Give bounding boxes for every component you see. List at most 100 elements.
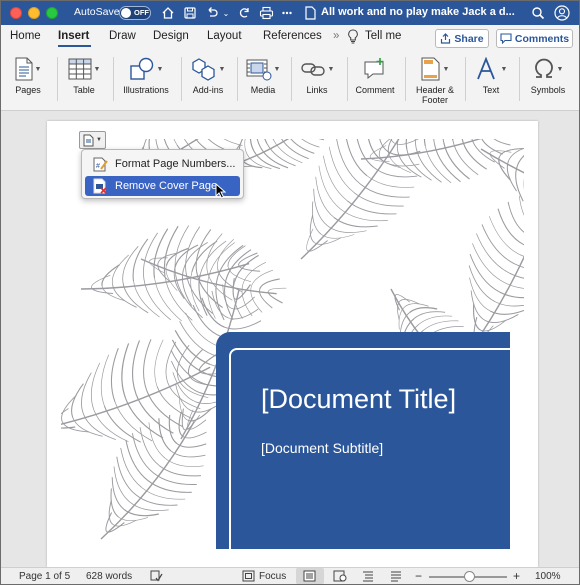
undo-dropdown-icon[interactable]: ⌄	[221, 4, 231, 22]
table-icon	[68, 58, 92, 80]
draft-view-icon[interactable]	[390, 570, 402, 584]
text-button[interactable]: ▼ Text	[471, 53, 511, 107]
chevron-down-icon: ▼	[34, 65, 42, 73]
ribbon-divider	[237, 57, 238, 101]
status-bar: Page 1 of 5 628 words Focus − + 100%	[1, 567, 579, 584]
document-subtitle-placeholder[interactable]: [Document Subtitle]	[261, 440, 383, 456]
web-layout-icon[interactable]	[333, 570, 347, 584]
format-page-numbers-icon: #	[91, 156, 109, 172]
tab-home[interactable]: Home	[10, 30, 41, 42]
print-layout-view-button[interactable]	[296, 568, 324, 584]
search-icon[interactable]	[529, 4, 547, 22]
symbols-button[interactable]: ▼ Symbols	[525, 53, 571, 107]
links-label: Links	[306, 85, 328, 95]
comments-button[interactable]: Comments	[496, 29, 573, 48]
svg-text:#: #	[96, 163, 100, 170]
menu-item-label: Format Page Numbers...	[115, 158, 236, 170]
mouse-pointer-icon	[215, 183, 227, 199]
symbols-label: Symbols	[530, 85, 566, 95]
ribbon-divider	[519, 57, 520, 101]
illustrations-button[interactable]: ▼ Illustrations	[117, 53, 175, 107]
more-tabs-icon[interactable]: »	[333, 30, 339, 42]
chevron-down-icon: ▼	[96, 137, 102, 143]
zoom-level[interactable]: 100%	[535, 571, 561, 582]
chevron-down-icon: ▼	[442, 65, 450, 73]
home-icon[interactable]	[159, 4, 177, 22]
add-ins-button[interactable]: ▼ Add-ins	[187, 53, 229, 107]
tab-draw[interactable]: Draw	[109, 30, 136, 42]
links-button[interactable]: ▼ Links	[297, 53, 337, 107]
tab-layout[interactable]: Layout	[207, 30, 242, 42]
symbols-icon	[534, 58, 553, 78]
new-comment-button[interactable]: Comment	[353, 53, 397, 107]
redo-icon[interactable]	[235, 4, 253, 22]
cover-frame: [Document Title] [Document Subtitle]	[229, 348, 510, 549]
minimize-window-button[interactable]	[28, 7, 40, 19]
illustrations-icon	[129, 57, 153, 80]
document-title-placeholder[interactable]: [Document Title]	[261, 384, 456, 415]
autosave-toggle[interactable]: OFF	[119, 6, 151, 20]
pages-icon	[15, 57, 33, 81]
zoom-slider-thumb[interactable]	[464, 571, 475, 582]
focus-icon[interactable]	[242, 570, 255, 584]
proofing-icon[interactable]	[150, 570, 163, 584]
page-count[interactable]: Page 1 of 5	[19, 571, 70, 582]
feather-leaf	[300, 139, 421, 260]
close-window-button[interactable]	[10, 7, 22, 19]
page-number-button[interactable]: ▼	[79, 131, 106, 149]
illustrations-label: Illustrations	[123, 85, 169, 95]
table-button[interactable]: ▼ Table	[63, 53, 105, 107]
comment-bubble-icon	[500, 33, 512, 44]
save-icon[interactable]	[181, 4, 199, 22]
media-label: Media	[250, 85, 276, 95]
chevron-down-icon: ▼	[156, 65, 164, 73]
menu-item-format-page-numbers[interactable]: # Format Page Numbers...	[85, 154, 240, 174]
focus-label[interactable]: Focus	[259, 571, 286, 582]
add-ins-icon	[191, 58, 215, 81]
zoom-out-button[interactable]: −	[415, 569, 422, 583]
feather-leaf	[61, 339, 224, 443]
tab-references[interactable]: References	[263, 30, 322, 42]
menu-item-label: Remove Cover Page	[115, 180, 218, 192]
chevron-down-icon: ▼	[500, 65, 508, 73]
zoom-in-button[interactable]: +	[513, 569, 520, 583]
print-icon[interactable]	[257, 4, 275, 22]
share-button[interactable]: Share	[435, 29, 489, 48]
page-icon	[83, 134, 94, 146]
document-icon	[303, 4, 317, 22]
ribbon-insert: ▼ Pages ▼ Table ▼ Illustrations ▼ Add-in…	[1, 51, 579, 111]
chevron-down-icon: ▼	[93, 65, 101, 73]
media-icon	[246, 59, 272, 81]
feather-leaf	[100, 409, 207, 540]
word-count[interactable]: 628 words	[86, 571, 132, 582]
text-label: Text	[482, 85, 500, 95]
outline-view-icon[interactable]	[362, 570, 374, 584]
links-icon	[300, 63, 325, 76]
pages-button[interactable]: ▼ Pages	[9, 53, 47, 107]
account-icon[interactable]	[553, 4, 571, 22]
feather-leaf	[468, 195, 524, 350]
autosave-state: OFF	[134, 8, 149, 17]
toggle-knob	[121, 8, 131, 18]
header-footer-button[interactable]: ▼ Header & Footer	[411, 53, 459, 107]
comment-label: Comment	[355, 85, 395, 95]
ribbon-divider	[291, 57, 292, 101]
feather-leaf	[140, 240, 287, 321]
feather-leaf	[80, 225, 261, 322]
title-bar: AutoSave OFF ⌄ All work and no play make…	[1, 1, 579, 25]
zoom-window-button[interactable]	[46, 7, 58, 19]
active-tab-indicator	[58, 45, 91, 47]
media-button[interactable]: ▼ Media	[243, 53, 283, 107]
header-footer-icon	[421, 57, 440, 81]
tab-design[interactable]: Design	[153, 30, 189, 42]
tab-insert[interactable]: Insert	[58, 30, 89, 42]
undo-icon[interactable]	[203, 4, 221, 22]
cover-title-block[interactable]: [Document Title] [Document Subtitle]	[216, 332, 510, 549]
tell-me-search[interactable]: Tell me	[365, 30, 401, 42]
more-icon[interactable]	[279, 4, 295, 22]
autosave-label: AutoSave	[74, 6, 120, 18]
ribbon-tabs: Home Insert Draw Design Layout Reference…	[1, 25, 579, 51]
ribbon-divider	[405, 57, 406, 101]
table-label: Table	[73, 85, 95, 95]
text-icon	[476, 57, 495, 80]
